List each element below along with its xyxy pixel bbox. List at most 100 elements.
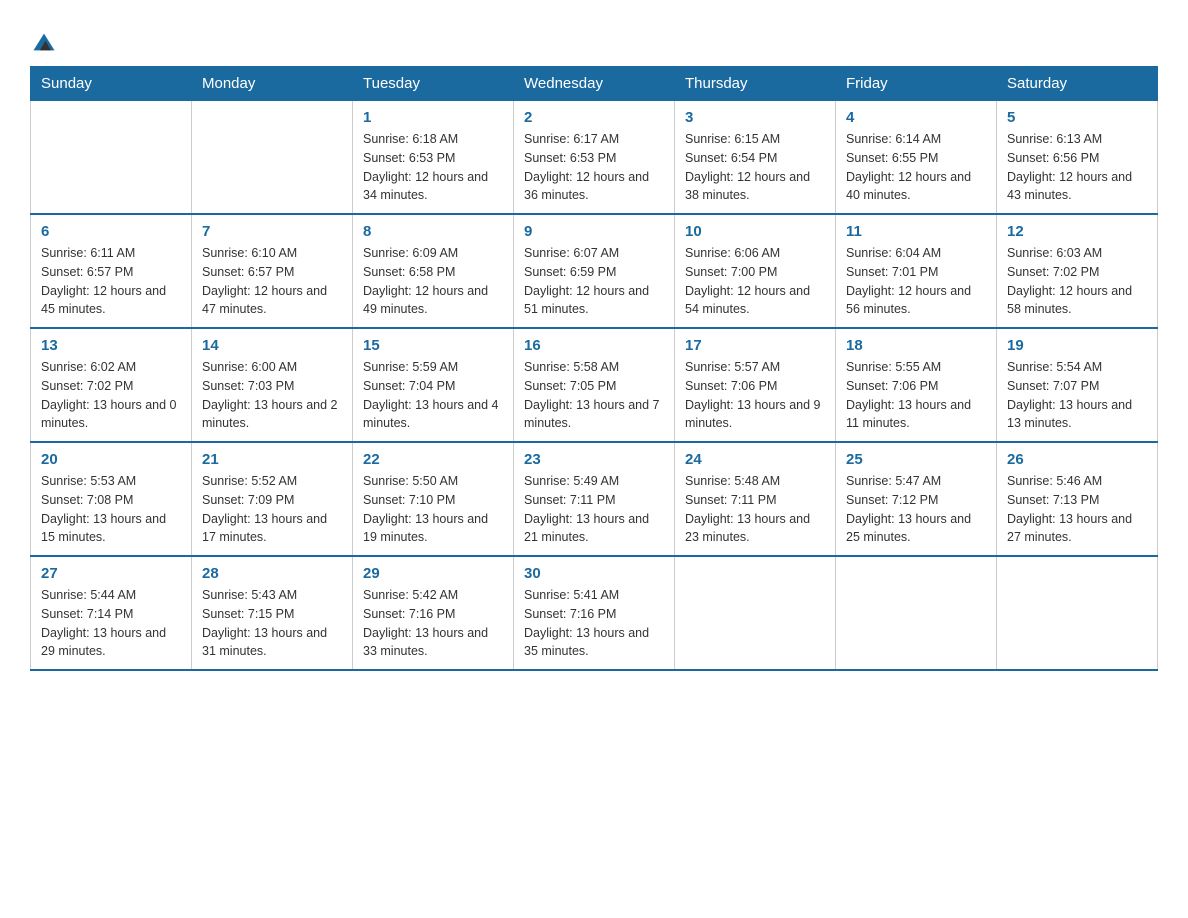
day-number: 22	[363, 451, 503, 468]
day-number: 12	[1007, 223, 1147, 240]
weekday-header-friday: Friday	[836, 67, 997, 101]
day-info: Sunrise: 5:47 AMSunset: 7:12 PMDaylight:…	[846, 472, 986, 547]
day-info: Sunrise: 5:42 AMSunset: 7:16 PMDaylight:…	[363, 586, 503, 661]
day-number: 27	[41, 565, 181, 582]
logo	[30, 20, 64, 56]
calendar-cell: 12 Sunrise: 6:03 AMSunset: 7:02 PMDayligh…	[997, 214, 1158, 328]
day-info: Sunrise: 5:54 AMSunset: 7:07 PMDaylight:…	[1007, 358, 1147, 433]
calendar-cell: 1 Sunrise: 6:18 AMSunset: 6:53 PMDaylight…	[353, 101, 514, 215]
day-info: Sunrise: 6:17 AMSunset: 6:53 PMDaylight:…	[524, 130, 664, 205]
calendar-cell: 6 Sunrise: 6:11 AMSunset: 6:57 PMDaylight…	[31, 214, 192, 328]
calendar-cell: 3 Sunrise: 6:15 AMSunset: 6:54 PMDaylight…	[675, 101, 836, 215]
calendar-cell	[192, 101, 353, 215]
day-info: Sunrise: 6:07 AMSunset: 6:59 PMDaylight:…	[524, 244, 664, 319]
day-number: 15	[363, 337, 503, 354]
weekday-header-thursday: Thursday	[675, 67, 836, 101]
day-number: 5	[1007, 109, 1147, 126]
day-info: Sunrise: 5:44 AMSunset: 7:14 PMDaylight:…	[41, 586, 181, 661]
calendar-cell: 30Sunrise: 5:41 AMSunset: 7:16 PMDayligh…	[514, 556, 675, 670]
day-info: Sunrise: 5:52 AMSunset: 7:09 PMDaylight:…	[202, 472, 342, 547]
day-info: Sunrise: 6:00 AMSunset: 7:03 PMDaylight:…	[202, 358, 342, 433]
day-info: Sunrise: 6:03 AMSunset: 7:02 PMDaylight:…	[1007, 244, 1147, 319]
calendar-cell: 9 Sunrise: 6:07 AMSunset: 6:59 PMDaylight…	[514, 214, 675, 328]
day-info: Sunrise: 5:43 AMSunset: 7:15 PMDaylight:…	[202, 586, 342, 661]
day-number: 16	[524, 337, 664, 354]
calendar-week-row: 6 Sunrise: 6:11 AMSunset: 6:57 PMDaylight…	[31, 214, 1158, 328]
calendar-week-row: 1 Sunrise: 6:18 AMSunset: 6:53 PMDaylight…	[31, 101, 1158, 215]
weekday-header-tuesday: Tuesday	[353, 67, 514, 101]
calendar-cell: 17 Sunrise: 5:57 AMSunset: 7:06 PMDayligh…	[675, 328, 836, 442]
day-number: 9	[524, 223, 664, 240]
calendar-week-row: 13 Sunrise: 6:02 AMSunset: 7:02 PMDayligh…	[31, 328, 1158, 442]
day-number: 13	[41, 337, 181, 354]
calendar-cell	[675, 556, 836, 670]
calendar-cell: 20 Sunrise: 5:53 AMSunset: 7:08 PMDayligh…	[31, 442, 192, 556]
calendar-cell: 19 Sunrise: 5:54 AMSunset: 7:07 PMDayligh…	[997, 328, 1158, 442]
calendar-cell: 4Sunrise: 6:14 AMSunset: 6:55 PMDaylight…	[836, 101, 997, 215]
day-number: 10	[685, 223, 825, 240]
day-info: Sunrise: 6:13 AMSunset: 6:56 PMDaylight:…	[1007, 130, 1147, 205]
weekday-header-wednesday: Wednesday	[514, 67, 675, 101]
day-number: 28	[202, 565, 342, 582]
day-number: 17	[685, 337, 825, 354]
day-info: Sunrise: 5:48 AMSunset: 7:11 PMDaylight:…	[685, 472, 825, 547]
weekday-header-saturday: Saturday	[997, 67, 1158, 101]
calendar-cell: 27 Sunrise: 5:44 AMSunset: 7:14 PMDayligh…	[31, 556, 192, 670]
calendar-cell: 16 Sunrise: 5:58 AMSunset: 7:05 PMDayligh…	[514, 328, 675, 442]
calendar-cell: 26Sunrise: 5:46 AMSunset: 7:13 PMDayligh…	[997, 442, 1158, 556]
day-info: Sunrise: 6:10 AMSunset: 6:57 PMDaylight:…	[202, 244, 342, 319]
day-info: Sunrise: 6:09 AMSunset: 6:58 PMDaylight:…	[363, 244, 503, 319]
calendar-cell: 29 Sunrise: 5:42 AMSunset: 7:16 PMDayligh…	[353, 556, 514, 670]
day-info: Sunrise: 5:57 AMSunset: 7:06 PMDaylight:…	[685, 358, 825, 433]
day-info: Sunrise: 5:59 AMSunset: 7:04 PMDaylight:…	[363, 358, 503, 433]
day-number: 3	[685, 109, 825, 126]
day-number: 7	[202, 223, 342, 240]
day-number: 11	[846, 223, 986, 240]
calendar-cell: 8 Sunrise: 6:09 AMSunset: 6:58 PMDaylight…	[353, 214, 514, 328]
day-number: 8	[363, 223, 503, 240]
day-info: Sunrise: 6:02 AMSunset: 7:02 PMDaylight:…	[41, 358, 181, 433]
day-number: 4	[846, 109, 986, 126]
calendar-cell: 21 Sunrise: 5:52 AMSunset: 7:09 PMDayligh…	[192, 442, 353, 556]
day-number: 21	[202, 451, 342, 468]
day-number: 29	[363, 565, 503, 582]
calendar-cell: 11 Sunrise: 6:04 AMSunset: 7:01 PMDayligh…	[836, 214, 997, 328]
day-number: 25	[846, 451, 986, 468]
calendar-cell: 13 Sunrise: 6:02 AMSunset: 7:02 PMDayligh…	[31, 328, 192, 442]
calendar-table: SundayMondayTuesdayWednesdayThursdayFrid…	[30, 66, 1158, 671]
day-number: 18	[846, 337, 986, 354]
day-number: 1	[363, 109, 503, 126]
day-info: Sunrise: 6:04 AMSunset: 7:01 PMDaylight:…	[846, 244, 986, 319]
calendar-cell: 10Sunrise: 6:06 AMSunset: 7:00 PMDayligh…	[675, 214, 836, 328]
day-info: Sunrise: 6:15 AMSunset: 6:54 PMDaylight:…	[685, 130, 825, 205]
day-number: 20	[41, 451, 181, 468]
calendar-cell: 2 Sunrise: 6:17 AMSunset: 6:53 PMDaylight…	[514, 101, 675, 215]
calendar-cell: 25 Sunrise: 5:47 AMSunset: 7:12 PMDayligh…	[836, 442, 997, 556]
day-number: 19	[1007, 337, 1147, 354]
day-number: 14	[202, 337, 342, 354]
calendar-cell	[31, 101, 192, 215]
weekday-header-sunday: Sunday	[31, 67, 192, 101]
day-info: Sunrise: 5:58 AMSunset: 7:05 PMDaylight:…	[524, 358, 664, 433]
calendar-cell: 23 Sunrise: 5:49 AMSunset: 7:11 PMDayligh…	[514, 442, 675, 556]
day-info: Sunrise: 6:11 AMSunset: 6:57 PMDaylight:…	[41, 244, 181, 319]
day-number: 30	[524, 565, 664, 582]
day-number: 2	[524, 109, 664, 126]
day-number: 26	[1007, 451, 1147, 468]
calendar-cell: 15 Sunrise: 5:59 AMSunset: 7:04 PMDayligh…	[353, 328, 514, 442]
logo-icon	[30, 28, 58, 56]
day-number: 23	[524, 451, 664, 468]
day-info: Sunrise: 5:49 AMSunset: 7:11 PMDaylight:…	[524, 472, 664, 547]
weekday-header-monday: Monday	[192, 67, 353, 101]
calendar-cell	[836, 556, 997, 670]
calendar-cell: 18 Sunrise: 5:55 AMSunset: 7:06 PMDayligh…	[836, 328, 997, 442]
calendar-week-row: 20 Sunrise: 5:53 AMSunset: 7:08 PMDayligh…	[31, 442, 1158, 556]
day-number: 6	[41, 223, 181, 240]
day-info: Sunrise: 5:50 AMSunset: 7:10 PMDaylight:…	[363, 472, 503, 547]
calendar-week-row: 27 Sunrise: 5:44 AMSunset: 7:14 PMDayligh…	[31, 556, 1158, 670]
day-info: Sunrise: 6:18 AMSunset: 6:53 PMDaylight:…	[363, 130, 503, 205]
calendar-cell: 28 Sunrise: 5:43 AMSunset: 7:15 PMDayligh…	[192, 556, 353, 670]
day-info: Sunrise: 5:53 AMSunset: 7:08 PMDaylight:…	[41, 472, 181, 547]
day-info: Sunrise: 5:55 AMSunset: 7:06 PMDaylight:…	[846, 358, 986, 433]
calendar-cell: 7 Sunrise: 6:10 AMSunset: 6:57 PMDaylight…	[192, 214, 353, 328]
